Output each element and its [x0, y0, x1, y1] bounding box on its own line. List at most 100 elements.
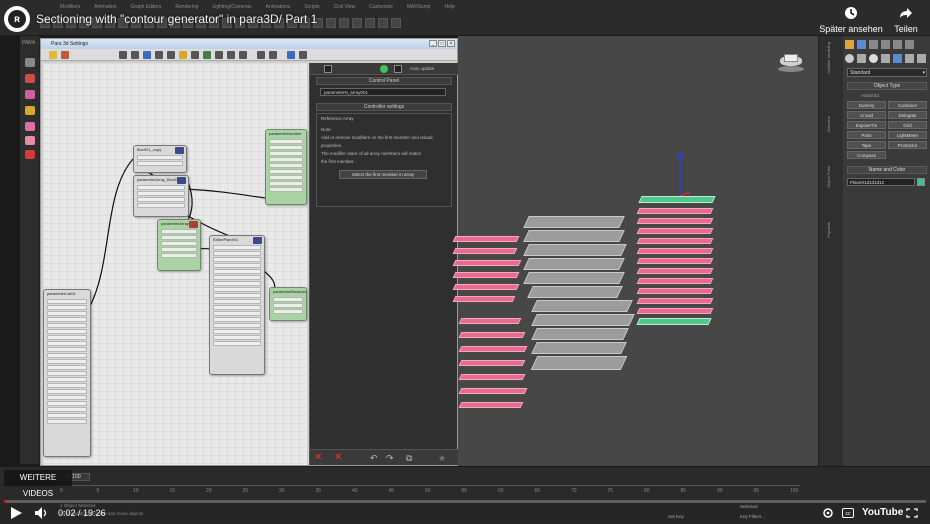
tool-icon[interactable]	[391, 18, 401, 28]
node-port[interactable]	[47, 389, 87, 394]
menu-item[interactable]: Animation	[94, 4, 116, 10]
hand-icon[interactable]	[191, 51, 199, 59]
vertical-tab[interactable]: Object Paint	[826, 166, 831, 188]
node-editor-plane[interactable]: EditorPlane01	[209, 235, 265, 375]
node-port[interactable]	[47, 371, 87, 376]
node-array-box[interactable]: parameterArray_Box03	[133, 175, 189, 217]
delete-icon[interactable]: ✕	[314, 453, 324, 463]
array-name-field[interactable]: parameterN_array001	[320, 88, 446, 96]
modify-tab-icon[interactable]	[857, 40, 866, 49]
node-port[interactable]	[213, 275, 261, 280]
node-port[interactable]	[161, 235, 197, 240]
node-port[interactable]	[213, 335, 261, 340]
vertical-tab[interactable]: Populate	[826, 222, 831, 238]
viewcube-icon[interactable]	[776, 54, 806, 76]
close-button[interactable]: ×	[447, 40, 455, 47]
fullscreen-icon[interactable]	[906, 508, 918, 518]
node-parameter-list[interactable]: parameterList01	[43, 289, 91, 457]
grey-sectioned-model[interactable]	[520, 208, 635, 380]
node-port[interactable]	[213, 281, 261, 286]
node-port[interactable]	[161, 229, 197, 234]
node-parameter-number[interactable]: parameterNumber	[265, 129, 307, 205]
tool-pink-icon[interactable]	[25, 90, 35, 99]
set-key-button[interactable]: Set Key	[668, 514, 684, 519]
node-port[interactable]	[47, 365, 87, 370]
node-port[interactable]	[269, 145, 303, 150]
utilities-tab-icon[interactable]	[905, 40, 914, 49]
geometry-icon[interactable]	[845, 54, 854, 63]
node-port[interactable]	[47, 341, 87, 346]
tool-red-icon[interactable]	[25, 74, 35, 83]
node-port[interactable]	[47, 317, 87, 322]
timeline[interactable]: 0 / 100 0 5 10 15 20 25 30 35 40 45 50 55 60 65 70 75 80…	[0, 466, 930, 502]
node-port[interactable]	[47, 383, 87, 388]
node-port[interactable]	[269, 187, 303, 192]
menu-item[interactable]: Civil View	[334, 4, 356, 10]
node-port[interactable]	[269, 163, 303, 168]
node-port[interactable]	[137, 161, 183, 166]
monitor-icon[interactable]	[287, 51, 295, 59]
reload-button[interactable]	[394, 65, 402, 73]
hierarchy-tab-icon[interactable]	[869, 40, 878, 49]
node-port[interactable]	[269, 139, 303, 144]
autokey-dropdown[interactable]: Selected	[740, 504, 758, 509]
refresh-icon[interactable]	[227, 51, 235, 59]
tape-button[interactable]: Tape	[847, 141, 886, 149]
selected-plane-stack[interactable]	[634, 152, 718, 327]
node-port[interactable]	[47, 401, 87, 406]
category-dropdown[interactable]: Standard ▾	[847, 68, 927, 77]
node-port[interactable]	[47, 419, 87, 424]
menu-item[interactable]: Animations	[266, 4, 291, 10]
tool-magenta-icon[interactable]	[25, 122, 35, 131]
create-tab-icon[interactable]	[845, 40, 854, 49]
node-port[interactable]	[47, 353, 87, 358]
watch-later-button[interactable]: Später ansehen	[816, 6, 886, 34]
lightmeter-button[interactable]: LightMeter	[888, 131, 927, 139]
crowd-button[interactable]: Crowd	[847, 111, 886, 119]
auto-update-checkbox[interactable]: Auto update	[410, 66, 434, 71]
grid-icon[interactable]	[155, 51, 163, 59]
motion-tab-icon[interactable]	[881, 40, 890, 49]
node-port[interactable]	[273, 309, 303, 314]
star-icon[interactable]: ★	[438, 453, 448, 463]
pin-icon[interactable]	[167, 51, 175, 59]
node-box001[interactable]: Box001_copy	[133, 145, 187, 173]
tool-rose-icon[interactable]	[25, 136, 35, 145]
channel-avatar[interactable]: ʀ	[4, 6, 30, 32]
3d-viewport[interactable]	[452, 36, 818, 466]
key-filters-button[interactable]: Key Filters...	[740, 514, 765, 519]
vertical-tab[interactable]: Modifier Modeling	[826, 42, 831, 74]
select-first-member-button[interactable]: Select the first member in array	[339, 170, 427, 179]
controller-settings-header[interactable]: Controller settings	[316, 103, 452, 111]
node-port[interactable]	[47, 347, 87, 352]
node-port[interactable]	[213, 323, 261, 328]
node-parameter-boolean[interactable]: parameterBoolean	[269, 287, 307, 321]
node-port[interactable]	[47, 335, 87, 340]
grid-button[interactable]: Grid	[888, 121, 927, 129]
minimize-button[interactable]: _	[429, 40, 437, 47]
protractor-button[interactable]: Protractor	[888, 141, 927, 149]
point-button[interactable]: Point	[847, 131, 886, 139]
node-port[interactable]	[213, 317, 261, 322]
redo-icon[interactable]: ↷	[386, 453, 396, 463]
remove-icon[interactable]: ✕	[334, 453, 344, 463]
tool-icon[interactable]	[352, 18, 362, 28]
control-panel-header[interactable]: Control Panel	[316, 77, 452, 85]
node-graph-canvas[interactable]: Box001_copy parameterArray_Box03 paramet…	[43, 63, 307, 465]
settings-gear-icon[interactable]	[822, 508, 834, 518]
menu-item[interactable]: Scripts	[304, 4, 319, 10]
layout-icon[interactable]	[203, 51, 211, 59]
transform-gizmo-icon[interactable]	[674, 152, 694, 202]
expand-icon[interactable]	[239, 51, 247, 59]
node-port[interactable]	[47, 413, 87, 418]
node-port[interactable]	[213, 305, 261, 310]
menu-item[interactable]: Modifiers	[60, 4, 80, 10]
captions-icon[interactable]: cc	[842, 508, 854, 518]
arrow-icon[interactable]	[61, 51, 69, 59]
menu-item[interactable]: Help	[445, 4, 455, 10]
node-port[interactable]	[269, 157, 303, 162]
node-port[interactable]	[47, 377, 87, 382]
node-port[interactable]	[269, 181, 303, 186]
timeline-track[interactable]: 0 5 10 15 20 25 30 35 40 45 50 55 60 65 70 75 80 85 90 95 10…	[60, 485, 800, 499]
node-port[interactable]	[213, 329, 261, 334]
